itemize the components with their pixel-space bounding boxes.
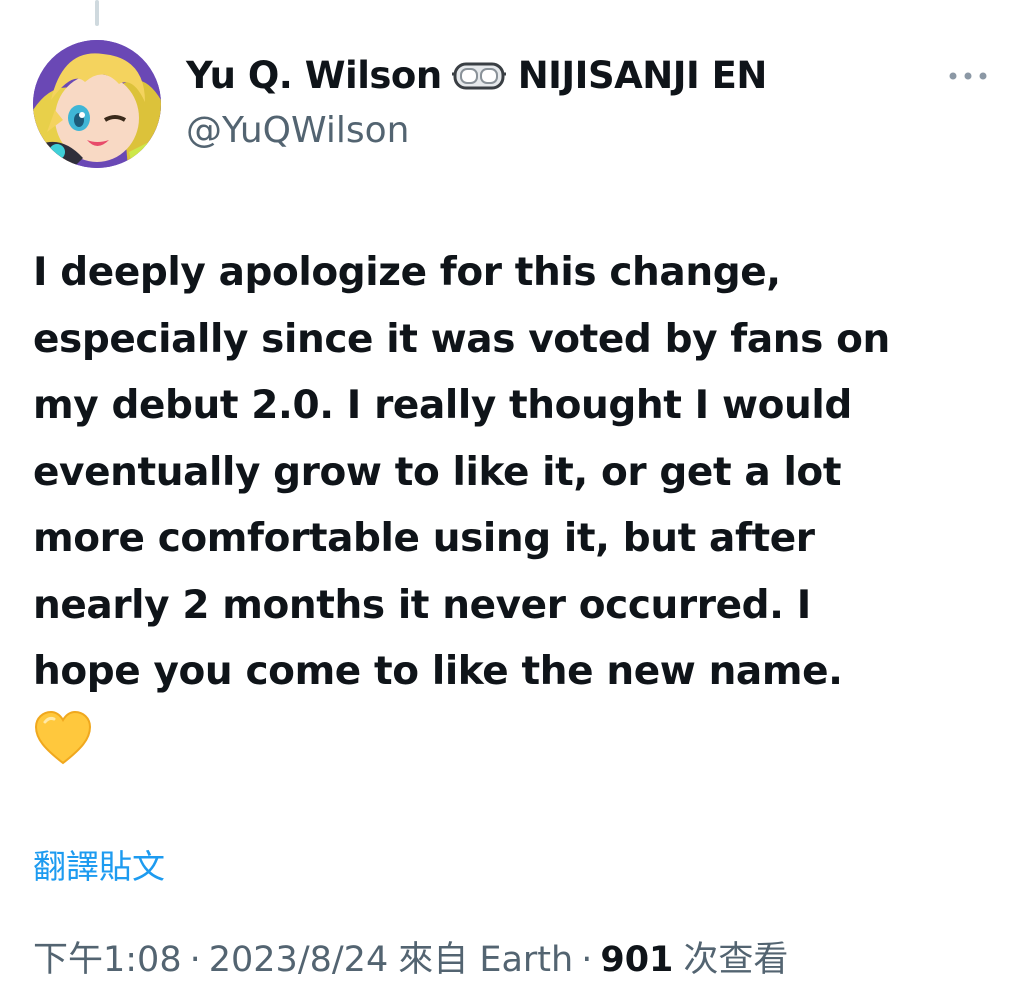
views-label: 次查看 — [683, 940, 789, 980]
avatar[interactable] — [33, 40, 161, 168]
more-options-icon[interactable] — [938, 58, 998, 94]
goggles-icon — [451, 57, 506, 95]
tweet-source: 來自 Earth — [398, 940, 574, 980]
tweet-text: I deeply apologize for this change, espe… — [33, 250, 890, 694]
views-count: 901 — [600, 940, 674, 980]
tweet-date[interactable]: 2023/8/24 — [209, 934, 388, 986]
translate-post-link[interactable]: 翻譯貼文 — [33, 843, 165, 891]
author-display-name[interactable]: Yu Q. Wilson — [186, 50, 442, 102]
meta-separator: · — [581, 940, 593, 980]
meta-separator: · — [189, 940, 201, 980]
author-affiliation: NIJISANJI EN — [517, 54, 768, 97]
yellow-heart-icon — [33, 710, 97, 770]
avatar-image — [33, 40, 161, 168]
tweet-meta: 下午1:08 · 2023/8/24 來自 Earth · 901 次查看 — [33, 934, 788, 986]
thread-connector-line — [95, 0, 99, 26]
author-name-row[interactable]: Yu Q. Wilson NIJISANJI EN — [186, 50, 767, 102]
tweet-time[interactable]: 下午1:08 — [33, 934, 182, 986]
author-handle[interactable]: @YuQWilson — [186, 106, 409, 156]
